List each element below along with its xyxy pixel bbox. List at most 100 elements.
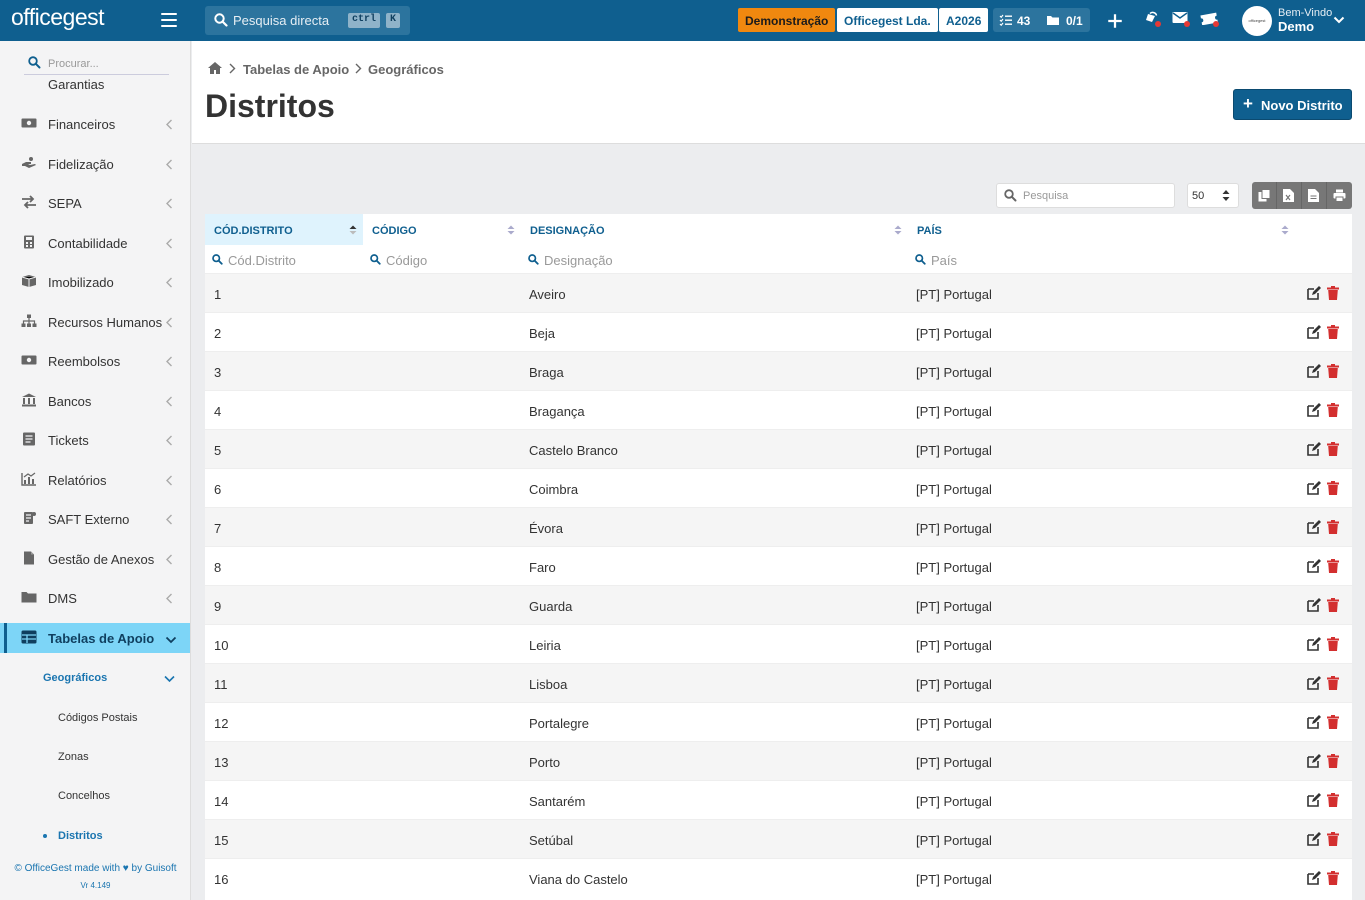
menu-toggle-icon[interactable] [161,13,177,27]
delete-icon[interactable] [1327,481,1341,495]
company-badge[interactable]: Officegest Lda. [837,8,938,32]
edit-icon[interactable] [1307,481,1321,495]
sidebar-item-recursos-humanos[interactable]: Recursos Humanos [0,307,190,337]
year-badge[interactable]: A2026 [939,8,989,32]
delete-icon[interactable] [1327,832,1341,846]
edit-icon[interactable] [1307,442,1321,456]
delete-icon[interactable] [1327,793,1341,807]
edit-icon[interactable] [1307,754,1321,768]
table-row[interactable]: 1 Aveiro [PT] Portugal [205,273,1352,312]
sidebar-item-tickets[interactable]: Tickets [0,425,190,455]
column-header-designacao[interactable]: DESIGNAÇÃO [521,214,908,245]
edit-icon[interactable] [1307,598,1321,612]
table-row[interactable]: 7 Évora [PT] Portugal [205,507,1352,546]
edit-icon[interactable] [1307,871,1321,885]
sidebar-item-gestao-de-anexos[interactable]: Gestão de Anexos [0,544,190,574]
table-row[interactable]: 2 Beja [PT] Portugal [205,312,1352,351]
sidebar-item-reembolsos[interactable]: Reembolsos [0,346,190,376]
table-row[interactable]: 11 Lisboa [PT] Portugal [205,663,1352,702]
column-header-pais[interactable]: PAÍS [908,214,1292,245]
delete-icon[interactable] [1327,325,1341,339]
delete-icon[interactable] [1327,442,1341,456]
edit-icon[interactable] [1307,637,1321,651]
app-logo[interactable]: officegest [11,4,105,31]
column-header-codigo[interactable]: CÓDIGO [363,214,521,245]
sidebar-item-garantias[interactable]: Garantias [0,74,190,92]
table-row[interactable]: 6 Coimbra [PT] Portugal [205,468,1352,507]
sidebar-item-fidelizacao[interactable]: Fidelização [0,149,190,179]
delete-icon[interactable] [1327,598,1341,612]
delete-icon[interactable] [1327,364,1341,378]
mail-icon[interactable] [1172,11,1190,29]
delete-icon[interactable] [1327,403,1341,417]
page-size-select[interactable]: 50 [1187,183,1239,208]
quick-search-button[interactable]: Pesquisa directa ctrl K [205,6,410,35]
demo-badge[interactable]: Demonstração [738,8,836,32]
sidebar-sub-concelhos[interactable]: Concelhos [58,790,110,802]
edit-icon[interactable] [1307,325,1321,339]
table-row[interactable]: 12 Portalegre [PT] Portugal [205,702,1352,741]
edit-icon[interactable] [1307,559,1321,573]
print-button[interactable] [1327,182,1352,209]
sidebar-item-tabelas-de-apoio[interactable]: Tabelas de Apoio [0,623,190,653]
copy-button[interactable] [1252,182,1277,209]
delete-icon[interactable] [1327,715,1341,729]
edit-icon[interactable] [1307,676,1321,690]
table-search-input[interactable]: Pesquisa [996,183,1175,208]
counters-box[interactable]: 43 0/1 [993,8,1090,32]
sidebar-item-dms[interactable]: DMS [0,583,190,613]
add-icon[interactable] [1106,12,1124,30]
breadcrumb-item[interactable]: Tabelas de Apoio [243,62,349,77]
filter-codigo[interactable]: Código [363,245,521,273]
sidebar-item-financeiros[interactable]: Financeiros [0,109,190,139]
sidebar-sub-distritos[interactable]: Distritos [58,830,103,842]
delete-icon[interactable] [1327,676,1341,690]
delete-icon[interactable] [1327,637,1341,651]
sidebar-item-imobilizado[interactable]: Imobilizado [0,267,190,297]
table-row[interactable]: 5 Castelo Branco [PT] Portugal [205,429,1352,468]
sidebar-item-contabilidade[interactable]: Contabilidade [0,228,190,258]
filter-designacao[interactable]: Designação [521,245,908,273]
sidebar-sub-geograficos[interactable]: Geográficos [43,672,107,684]
avatar[interactable]: officegest [1242,6,1272,36]
sidebar-item-relatorios[interactable]: Relatórios [0,465,190,495]
table-row[interactable]: 13 Porto [PT] Portugal [205,741,1352,780]
delete-icon[interactable] [1327,520,1341,534]
filter-cod-distrito[interactable]: Cód.Distrito [205,245,363,273]
delete-icon[interactable] [1327,754,1341,768]
edit-icon[interactable] [1307,832,1321,846]
table-row[interactable]: 16 Viana do Castelo [PT] Portugal [205,858,1352,897]
delete-icon[interactable] [1327,871,1341,885]
table-row[interactable]: 3 Braga [PT] Portugal [205,351,1352,390]
username-label[interactable]: Demo [1278,19,1314,34]
new-distrito-button[interactable]: + Novo Distrito [1233,89,1352,120]
edit-icon[interactable] [1307,364,1321,378]
chevron-down-icon[interactable] [1333,15,1345,25]
table-row[interactable]: 4 Bragança [PT] Portugal [205,390,1352,429]
sidebar-search-input[interactable]: Procurar... [24,53,169,75]
home-icon[interactable] [207,61,223,75]
table-row[interactable]: 14 Santarém [PT] Portugal [205,780,1352,819]
sidebar-sub-codigos-postais[interactable]: Códigos Postais [58,712,138,724]
edit-icon[interactable] [1307,793,1321,807]
sidebar-item-bancos[interactable]: Bancos [0,386,190,416]
table-row[interactable]: 8 Faro [PT] Portugal [205,546,1352,585]
column-header-cod-distrito[interactable]: CÓD.DISTRITO [205,214,363,245]
sidebar-item-saft-externo[interactable]: SAFT Externo [0,504,190,534]
filter-pais[interactable]: País [908,245,1292,273]
delete-icon[interactable] [1327,559,1341,573]
table-row[interactable]: 15 Setúbal [PT] Portugal [205,819,1352,858]
table-row[interactable]: 10 Leiria [PT] Portugal [205,624,1352,663]
table-row[interactable]: 9 Guarda [PT] Portugal [205,585,1352,624]
notifications-icon[interactable] [1144,11,1162,29]
edit-icon[interactable] [1307,403,1321,417]
edit-icon[interactable] [1307,520,1321,534]
delete-icon[interactable] [1327,286,1341,300]
edit-icon[interactable] [1307,715,1321,729]
breadcrumb-item[interactable]: Geográficos [368,62,444,77]
sidebar-item-sepa[interactable]: SEPA [0,188,190,218]
pdf-button[interactable] [1302,182,1327,209]
sidebar-sub-zonas[interactable]: Zonas [58,751,89,763]
chevron-down-icon[interactable] [164,675,175,683]
edit-icon[interactable] [1307,286,1321,300]
